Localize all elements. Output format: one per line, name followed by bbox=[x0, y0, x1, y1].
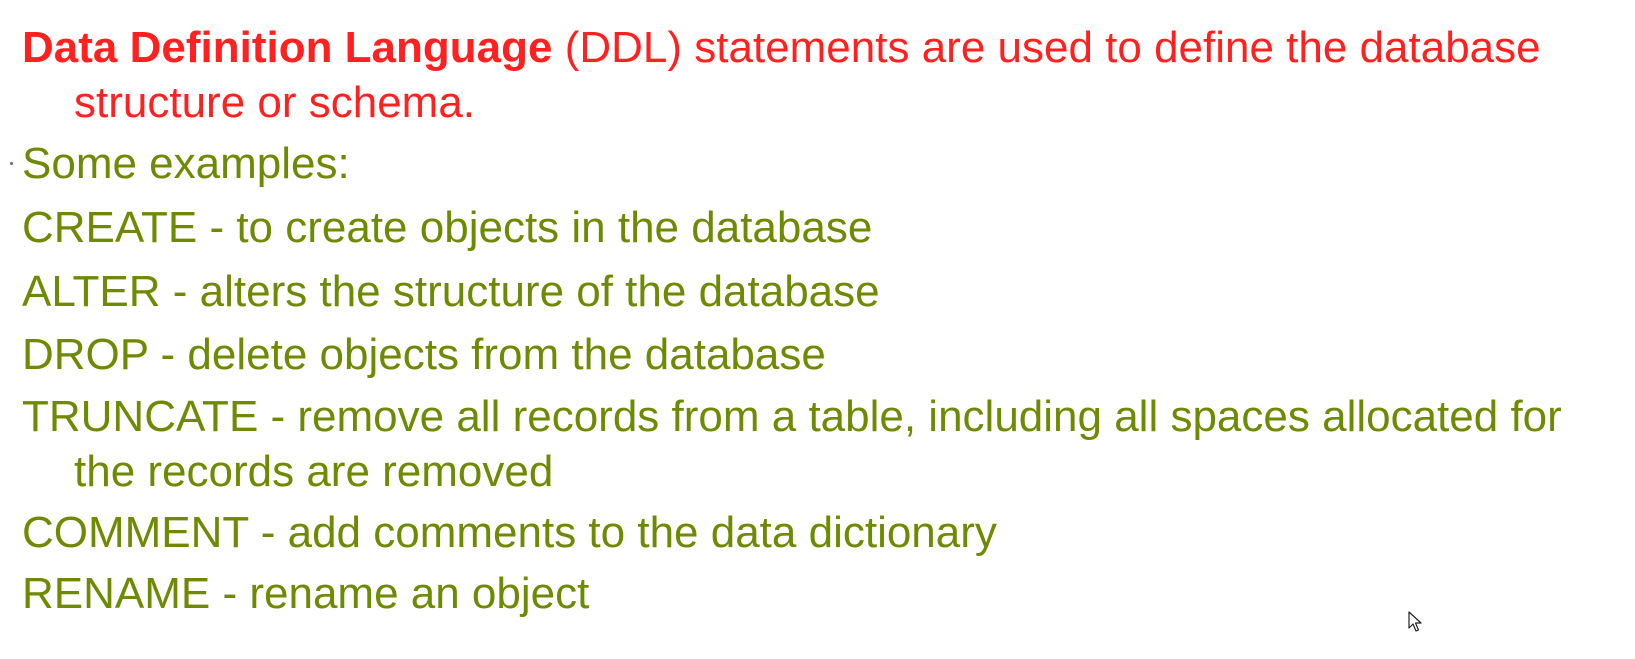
command-rename: RENAME - rename an object bbox=[22, 566, 1622, 621]
command-comment: COMMENT - add comments to the data dicti… bbox=[22, 505, 1622, 560]
ddl-definition: Data Definition Language (DDL) statement… bbox=[22, 20, 1622, 130]
bullet-dot bbox=[10, 162, 13, 165]
mouse-pointer-icon bbox=[1408, 611, 1422, 632]
command-description: - remove all records from a table, inclu… bbox=[74, 392, 1562, 496]
command-keyword: TRUNCATE bbox=[22, 392, 259, 441]
ddl-term: Data Definition Language bbox=[22, 23, 553, 72]
command-drop: DROP - delete objects from the database bbox=[22, 327, 1622, 382]
examples-heading: Some examples: bbox=[22, 139, 350, 188]
command-create: CREATE - to create objects in the databa… bbox=[22, 200, 1622, 255]
command-keyword: DROP bbox=[22, 330, 149, 379]
command-keyword: COMMENT bbox=[22, 508, 249, 557]
command-description: - add comments to the data dictionary bbox=[248, 508, 997, 557]
command-description: - delete objects from the database bbox=[148, 330, 826, 379]
command-keyword: CREATE bbox=[22, 203, 198, 252]
command-keyword: ALTER bbox=[22, 267, 161, 316]
command-keyword: RENAME bbox=[22, 569, 211, 618]
command-description: - alters the structure of the database bbox=[160, 267, 880, 316]
command-description: - to create objects in the database bbox=[197, 203, 873, 252]
command-truncate: TRUNCATE - remove all records from a tab… bbox=[22, 389, 1622, 499]
command-alter: ALTER - alters the structure of the data… bbox=[22, 264, 1622, 319]
command-description: - rename an object bbox=[210, 569, 590, 618]
slide: Data Definition Language (DDL) statement… bbox=[0, 0, 1635, 659]
